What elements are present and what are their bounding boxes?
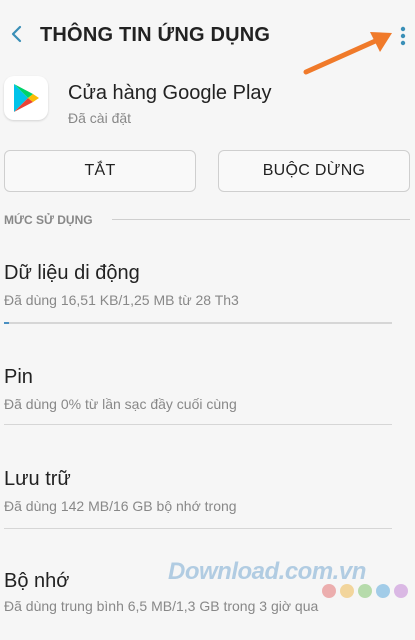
data-usage-progress-bar — [4, 322, 392, 324]
usage-item-desc: Đã dùng 0% từ lần sạc đầy cuối cùng — [4, 396, 237, 412]
app-install-status: Đã cài đặt — [68, 110, 132, 126]
usage-item-title: Pin — [4, 366, 33, 388]
usage-item-desc: Đã dùng trung bình 6,5 MB/1,3 GB trong 3… — [4, 598, 319, 614]
item-divider — [4, 424, 392, 425]
chevron-left-icon — [11, 25, 22, 43]
app-info: Cửa hàng Google Play Đã cài đặt — [0, 70, 415, 134]
back-button[interactable] — [0, 16, 32, 52]
disable-button[interactable]: TẮT — [4, 150, 196, 192]
force-stop-button[interactable]: BUỘC DỪNG — [218, 150, 410, 192]
usage-item-desc: Đã dùng 142 MB/16 GB bộ nhớ trong — [4, 498, 237, 514]
data-usage-progress-fill — [4, 322, 10, 324]
usage-item-memory[interactable]: Bộ nhớ Đã dùng trung bình 6,5 MB/1,3 GB … — [0, 558, 415, 640]
page-title: THÔNG TIN ỨNG DỤNG — [40, 24, 271, 46]
more-vertical-icon — [400, 26, 406, 46]
section-label: MỨC SỬ DỤNG — [4, 213, 93, 227]
usage-item-storage[interactable]: Lưu trữ Đã dùng 142 MB/16 GB bộ nhớ tron… — [0, 456, 415, 556]
usage-item-title: Bộ nhớ — [4, 570, 70, 592]
usage-item-mobile-data[interactable]: Dữ liệu di động Đã dùng 16,51 KB/1,25 MB… — [0, 250, 415, 350]
app-name: Cửa hàng Google Play — [68, 82, 272, 104]
usage-item-battery[interactable]: Pin Đã dùng 0% từ lần sạc đầy cuối cùng — [0, 354, 415, 454]
usage-item-title: Lưu trữ — [4, 468, 71, 490]
google-play-icon — [4, 76, 48, 120]
section-divider — [112, 219, 410, 220]
usage-item-desc: Đã dùng 16,51 KB/1,25 MB từ 28 Th3 — [4, 292, 239, 308]
status-bar — [0, 0, 415, 8]
usage-section-header: MỨC SỬ DỤNG — [4, 210, 93, 230]
usage-item-title: Dữ liệu di động — [4, 262, 140, 284]
item-divider — [4, 528, 392, 529]
